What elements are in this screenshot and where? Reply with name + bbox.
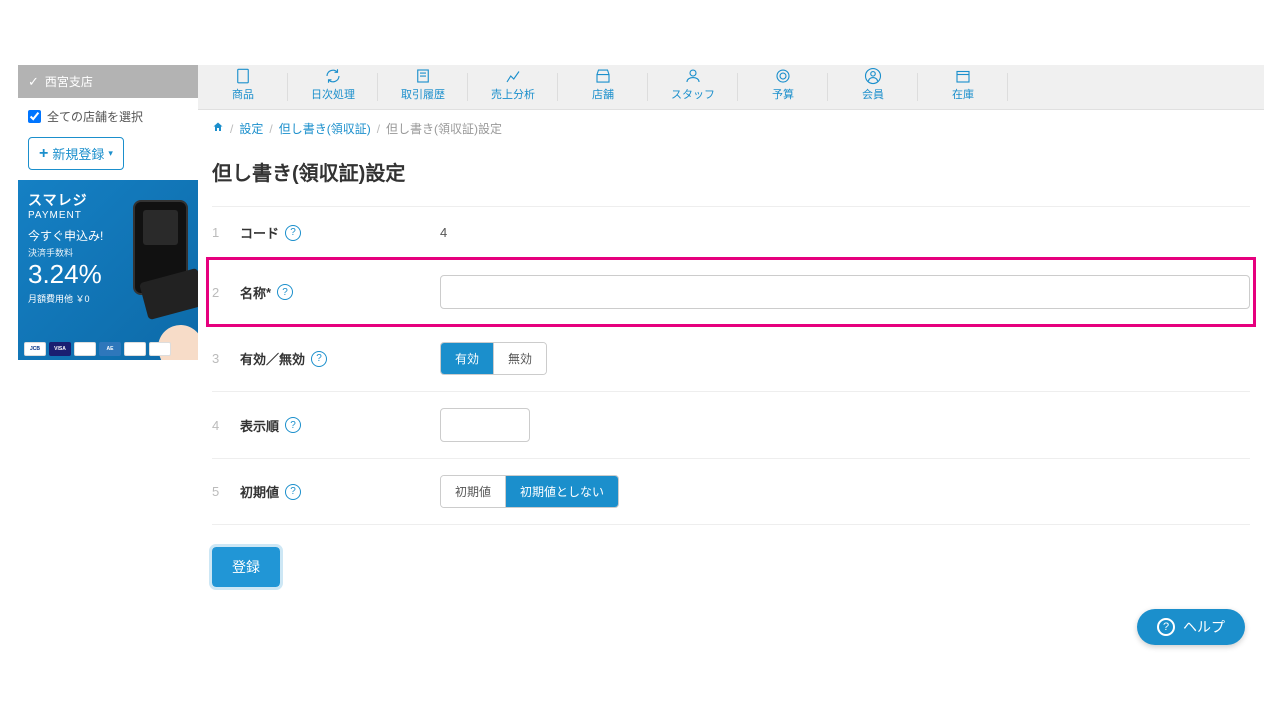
row-label: 有効／無効 ? bbox=[240, 349, 440, 368]
nav-label: 商品 bbox=[232, 86, 254, 102]
help-icon[interactable]: ? bbox=[285, 484, 301, 500]
name-input[interactable] bbox=[440, 275, 1250, 309]
question-icon: ? bbox=[1157, 618, 1175, 636]
label-text: 初期値 bbox=[240, 482, 279, 501]
nav-staff[interactable]: スタッフ bbox=[648, 65, 738, 109]
form-row-order: 4 表示順 ? bbox=[212, 391, 1250, 458]
nav-member[interactable]: 会員 bbox=[828, 65, 918, 109]
store-name: 西宮支店 bbox=[45, 73, 93, 90]
nav-label: 会員 bbox=[862, 86, 884, 102]
help-icon[interactable]: ? bbox=[285, 225, 301, 241]
page-title: 但し書き(領収証)設定 bbox=[212, 157, 1250, 186]
nav-history[interactable]: 取引履歴 bbox=[378, 65, 468, 109]
all-stores-input[interactable] bbox=[28, 110, 41, 123]
help-icon[interactable]: ? bbox=[311, 351, 327, 367]
staff-icon bbox=[683, 67, 703, 85]
form-row-default: 5 初期値 ? 初期値 初期値としない bbox=[212, 458, 1250, 524]
code-value: 4 bbox=[440, 225, 1250, 240]
nav-label: 売上分析 bbox=[491, 86, 535, 102]
top-nav: 商品 日次処理 取引履歴 売上分析 店舗 スタッフ bbox=[198, 65, 1264, 110]
nav-label: 店舗 bbox=[592, 86, 614, 102]
tag-icon bbox=[233, 67, 253, 85]
required-mark: * bbox=[266, 285, 271, 300]
order-input[interactable] bbox=[440, 408, 530, 442]
label-text: コード bbox=[240, 223, 279, 242]
nav-store[interactable]: 店舗 bbox=[558, 65, 648, 109]
default-on-button[interactable]: 初期値 bbox=[441, 476, 505, 507]
sidebar-store-selector[interactable]: ✓ 西宮支店 bbox=[18, 65, 198, 98]
jcb-icon: JCB bbox=[24, 342, 46, 356]
submit-button[interactable]: 登録 bbox=[212, 547, 280, 587]
caret-down-icon: ▾ bbox=[108, 148, 113, 159]
label-text: 有効／無効 bbox=[240, 349, 305, 368]
form-row-enabled: 3 有効／無効 ? 有効 無効 bbox=[212, 325, 1250, 391]
nav-label: 日次処理 bbox=[311, 86, 355, 102]
all-stores-label: 全ての店舗を選択 bbox=[47, 108, 143, 125]
nav-label: 取引履歴 bbox=[401, 86, 445, 102]
store-icon bbox=[593, 67, 613, 85]
new-register-button[interactable]: + 新規登録 ▾ bbox=[28, 137, 124, 170]
nav-products[interactable]: 商品 bbox=[198, 65, 288, 109]
all-stores-checkbox[interactable]: 全ての店舗を選択 bbox=[28, 108, 188, 125]
check-icon: ✓ bbox=[28, 74, 39, 90]
sep: / bbox=[230, 122, 233, 136]
row-num: 3 bbox=[212, 351, 240, 366]
nav-label: スタッフ bbox=[671, 86, 715, 102]
help-label: ヘルプ bbox=[1183, 617, 1225, 637]
default-off-button[interactable]: 初期値としない bbox=[505, 476, 618, 507]
amex-icon: AE bbox=[99, 342, 121, 356]
diners-icon: DC bbox=[124, 342, 146, 356]
row-label: 名称* ? bbox=[240, 283, 440, 302]
help-icon[interactable]: ? bbox=[285, 417, 301, 433]
form-row-name: 2 名称* ? bbox=[212, 258, 1250, 325]
nav-budget[interactable]: 予算 bbox=[738, 65, 828, 109]
default-toggle: 初期値 初期値としない bbox=[440, 475, 619, 508]
crumb-settings[interactable]: 設定 bbox=[239, 120, 263, 137]
new-register-label: 新規登録 bbox=[52, 144, 104, 163]
plus-icon: + bbox=[39, 145, 48, 163]
receipt-icon bbox=[413, 67, 433, 85]
nav-daily[interactable]: 日次処理 bbox=[288, 65, 378, 109]
sidebar: ✓ 西宮支店 全ての店舗を選択 + 新規登録 ▾ スマレジ PAYMENT 今す… bbox=[18, 65, 198, 607]
label-text: 表示順 bbox=[240, 416, 279, 435]
nav-analysis[interactable]: 売上分析 bbox=[468, 65, 558, 109]
crumb-parent[interactable]: 但し書き(領収証) bbox=[279, 120, 371, 137]
enabled-toggle: 有効 無効 bbox=[440, 342, 547, 375]
enabled-off-button[interactable]: 無効 bbox=[493, 343, 546, 374]
nav-stock[interactable]: 在庫 bbox=[918, 65, 1008, 109]
mastercard-icon: MC bbox=[74, 342, 96, 356]
crumb-current: 但し書き(領収証)設定 bbox=[386, 120, 502, 137]
nav-label: 在庫 bbox=[952, 86, 974, 102]
row-num: 1 bbox=[212, 225, 240, 240]
credit-cards-row: JCB VISA MC AE DC DS bbox=[24, 342, 171, 356]
label-text: 名称 bbox=[240, 283, 266, 302]
sep: / bbox=[377, 122, 380, 136]
row-label: コード ? bbox=[240, 223, 440, 242]
discover-icon: DS bbox=[149, 342, 171, 356]
chart-icon bbox=[503, 67, 523, 85]
row-num: 4 bbox=[212, 418, 240, 433]
home-icon[interactable] bbox=[212, 121, 224, 136]
member-icon bbox=[863, 67, 883, 85]
form-row-code: 1 コード ? 4 bbox=[212, 206, 1250, 258]
target-icon bbox=[773, 67, 793, 85]
breadcrumb: / 設定 / 但し書き(領収証) / 但し書き(領収証)設定 bbox=[198, 110, 1264, 147]
row-num: 2 bbox=[212, 285, 240, 300]
row-label: 表示順 ? bbox=[240, 416, 440, 435]
enabled-on-button[interactable]: 有効 bbox=[441, 343, 493, 374]
help-float-button[interactable]: ? ヘルプ bbox=[1137, 609, 1245, 645]
box-icon bbox=[953, 67, 973, 85]
sep: / bbox=[269, 122, 272, 136]
nav-label: 予算 bbox=[772, 86, 794, 102]
help-icon[interactable]: ? bbox=[277, 284, 293, 300]
promo-banner[interactable]: スマレジ PAYMENT 今すぐ申込み! 決済手数料 3.24% 月額費用他 ￥… bbox=[18, 180, 198, 360]
row-num: 5 bbox=[212, 484, 240, 499]
visa-icon: VISA bbox=[49, 342, 71, 356]
row-label: 初期値 ? bbox=[240, 482, 440, 501]
refresh-icon bbox=[323, 67, 343, 85]
main: 商品 日次処理 取引履歴 売上分析 店舗 スタッフ bbox=[198, 65, 1264, 607]
